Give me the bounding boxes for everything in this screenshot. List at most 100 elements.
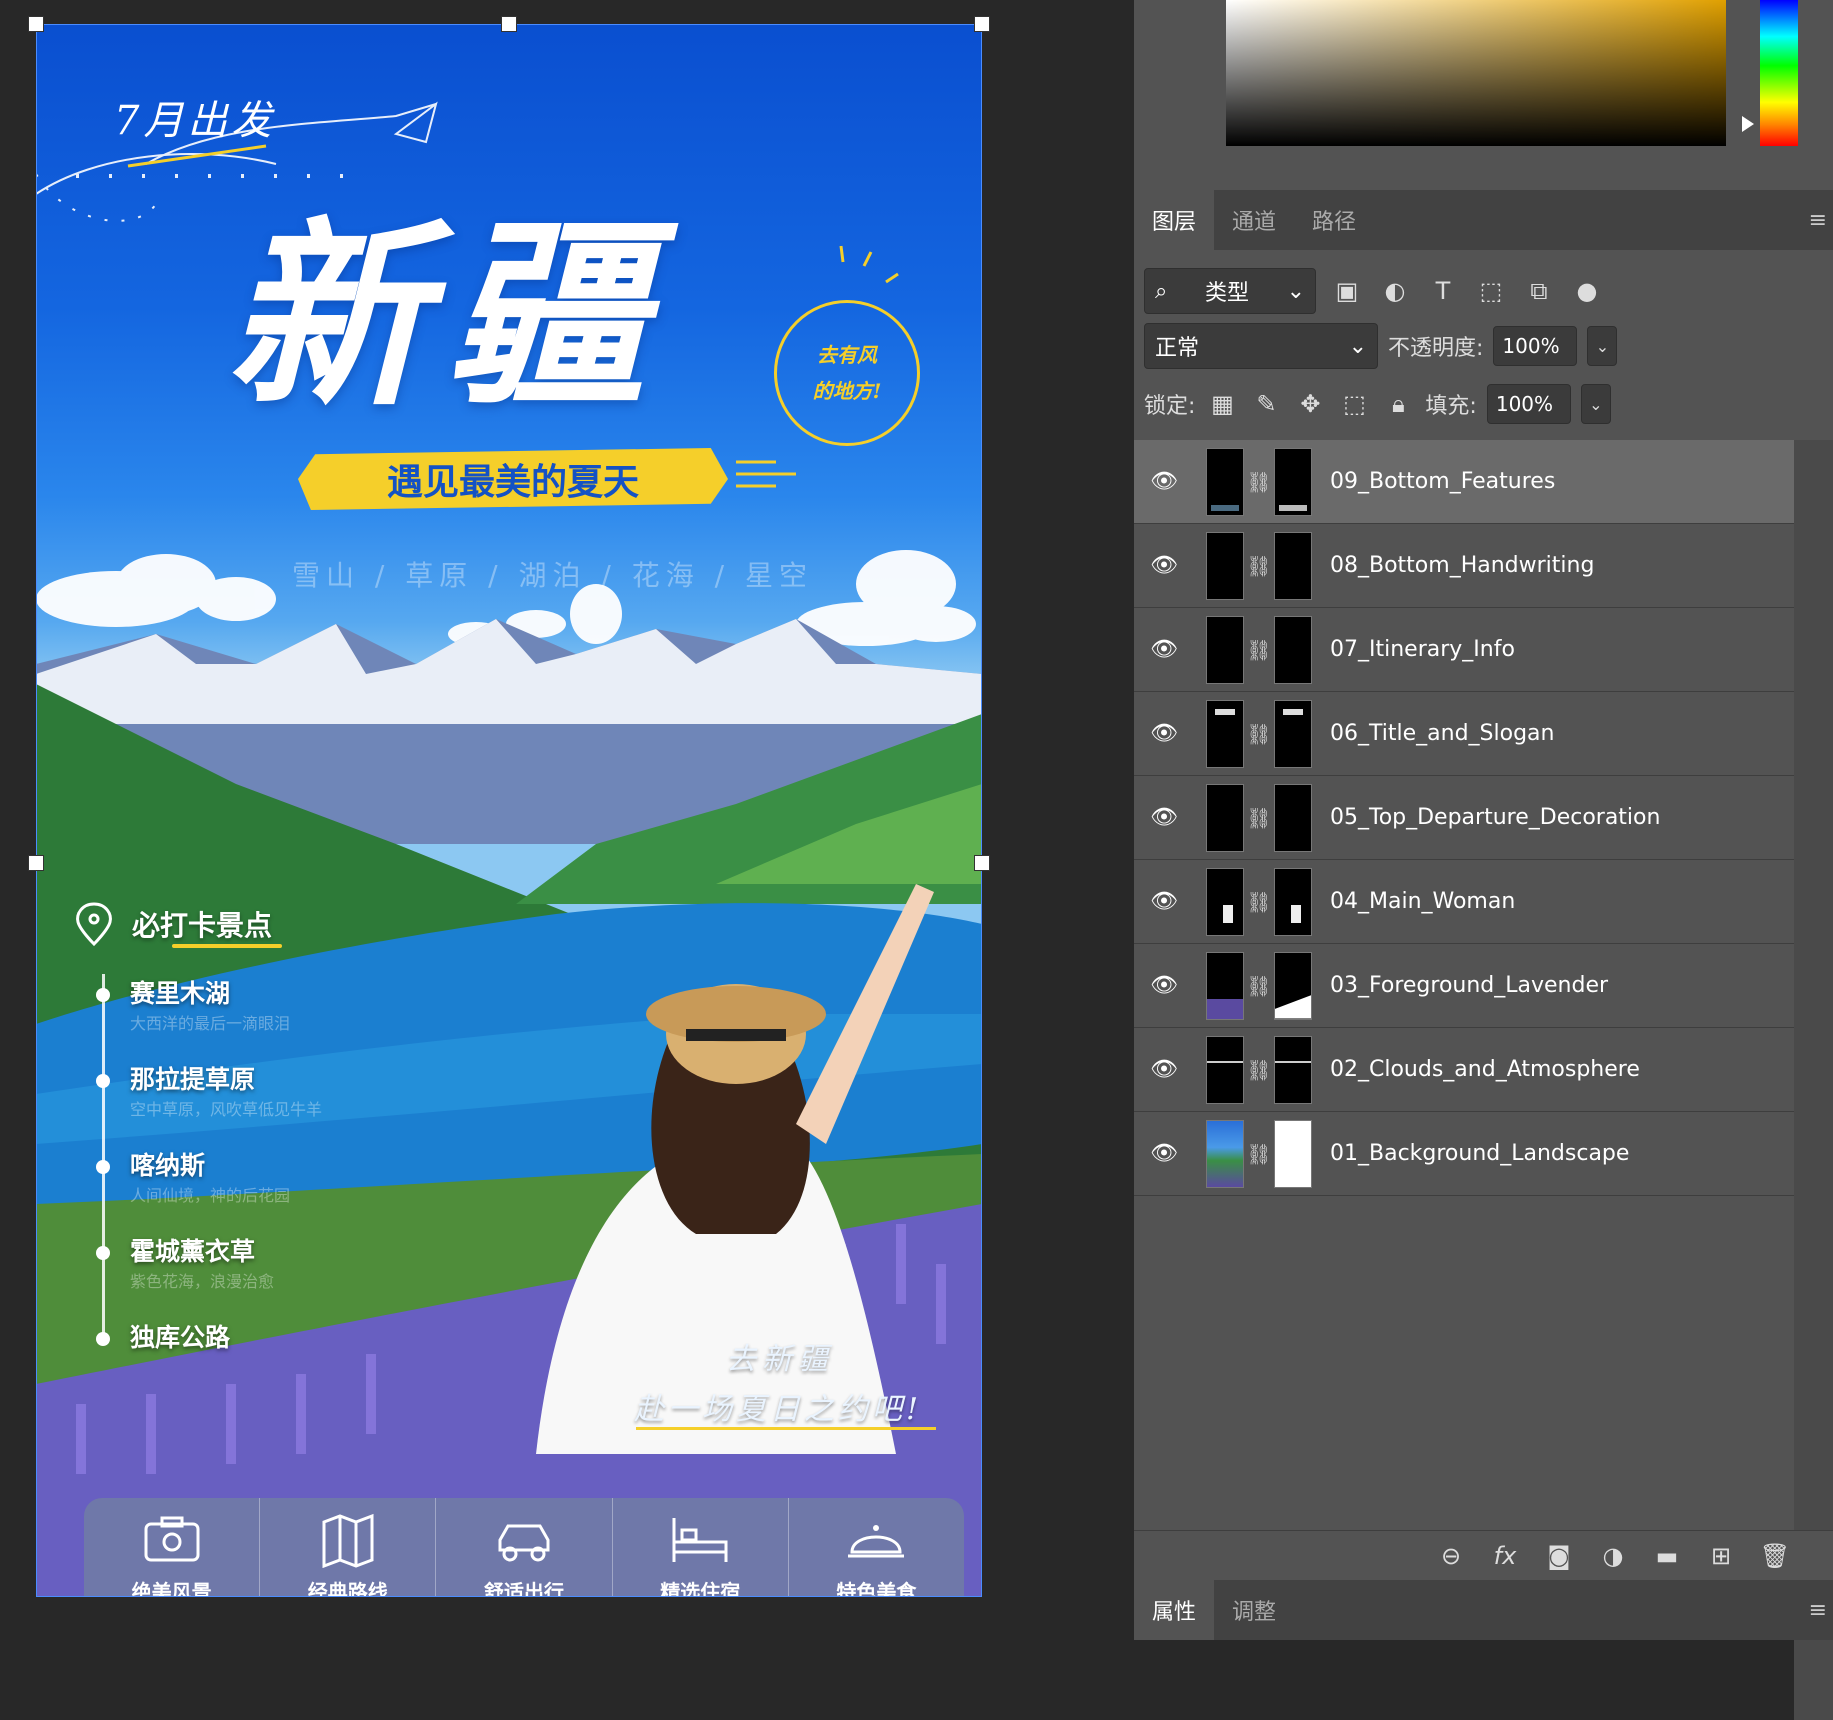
delete-layer-icon[interactable]: 🗑︎ [1757, 1542, 1793, 1570]
layer-row[interactable]: 👁︎ ⛓︎ 01_Background_Landscape [1134, 1112, 1794, 1196]
layer-name[interactable]: 08_Bottom_Handwriting [1330, 553, 1594, 578]
transform-handle[interactable] [974, 855, 990, 871]
image-filter-icon[interactable]: ▣ [1330, 277, 1364, 305]
layer-name[interactable]: 07_Itinerary_Info [1330, 637, 1515, 662]
transform-handle[interactable] [974, 16, 990, 32]
visibility-eye-icon[interactable]: 👁︎ [1134, 721, 1194, 746]
visibility-eye-icon[interactable]: 👁︎ [1134, 469, 1194, 494]
slogan-badge: 去有风 的地方! [774, 300, 920, 446]
visibility-eye-icon[interactable]: 👁︎ [1134, 973, 1194, 998]
layer-row[interactable]: 👁︎ ⛓︎ 02_Clouds_and_Atmosphere [1134, 1028, 1794, 1112]
layer-thumbnail[interactable] [1206, 1035, 1244, 1104]
adjustment-filter-icon[interactable]: ◐ [1378, 277, 1412, 305]
layer-mask-thumbnail[interactable] [1274, 615, 1312, 684]
layer-thumbnail[interactable] [1206, 783, 1244, 852]
layer-row[interactable]: 👁︎ ⛓︎ 03_Foreground_Lavender [1134, 944, 1794, 1028]
smart-object-filter-icon[interactable]: ⧉ [1522, 277, 1556, 305]
shape-filter-icon[interactable]: ⬚ [1474, 277, 1508, 305]
transform-handle[interactable] [28, 16, 44, 32]
visibility-eye-icon[interactable]: 👁︎ [1134, 1141, 1194, 1166]
layer-name[interactable]: 01_Background_Landscape [1330, 1141, 1629, 1166]
transform-handle[interactable] [28, 855, 44, 871]
layers-scrollbar[interactable] [1794, 440, 1833, 1720]
layer-name[interactable]: 05_Top_Departure_Decoration [1330, 805, 1660, 830]
layer-thumbnail[interactable] [1206, 615, 1244, 684]
visibility-eye-icon[interactable]: 👁︎ [1134, 637, 1194, 662]
hue-slider-arrow[interactable] [1742, 116, 1754, 132]
lock-position-icon[interactable]: ✥ [1293, 390, 1327, 418]
feature-item: 经典路线 [260, 1498, 437, 1597]
layer-mask-thumbnail[interactable] [1274, 951, 1312, 1020]
panel-menu-icon[interactable]: ≡ [1809, 208, 1827, 233]
link-chain-icon[interactable]: ⛓︎ [1244, 974, 1274, 998]
link-chain-icon[interactable]: ⛓︎ [1244, 554, 1274, 578]
visibility-eye-icon[interactable]: 👁︎ [1134, 553, 1194, 578]
layer-filter-select[interactable]: ⌕ 类型 ⌄ [1144, 268, 1316, 314]
layer-thumbnail[interactable] [1206, 1119, 1244, 1188]
layer-name[interactable]: 09_Bottom_Features [1330, 469, 1555, 494]
layer-mask-thumbnail[interactable] [1274, 1119, 1312, 1188]
layer-row[interactable]: 👁︎ ⛓︎ 07_Itinerary_Info [1134, 608, 1794, 692]
layer-row[interactable]: 👁︎ ⛓︎ 08_Bottom_Handwriting [1134, 524, 1794, 608]
opacity-input[interactable]: 100% [1493, 326, 1578, 366]
link-chain-icon[interactable]: ⛓︎ [1244, 722, 1274, 746]
document-canvas[interactable]: 7月出发 新疆 去有风 的地方! 遇见最美的夏天 雪山 / 草原 / 湖泊 / … [0, 0, 1134, 1597]
link-chain-icon[interactable]: ⛓︎ [1244, 806, 1274, 830]
adjustment-layer-icon[interactable]: ◑ [1595, 1542, 1631, 1570]
visibility-eye-icon[interactable]: 👁︎ [1134, 805, 1194, 830]
link-chain-icon[interactable]: ⛓︎ [1244, 470, 1274, 494]
tab-paths[interactable]: 路径 [1294, 190, 1374, 250]
layer-mask-thumbnail[interactable] [1274, 783, 1312, 852]
visibility-eye-icon[interactable]: 👁︎ [1134, 1057, 1194, 1082]
layer-thumbnail[interactable] [1206, 447, 1244, 516]
panel-menu-icon[interactable]: ≡ [1809, 1598, 1827, 1623]
layer-mask-thumbnail[interactable] [1274, 531, 1312, 600]
filter-toggle-icon[interactable]: ● [1570, 277, 1604, 305]
link-chain-icon[interactable]: ⛓︎ [1244, 1058, 1274, 1082]
layer-thumbnail[interactable] [1206, 867, 1244, 936]
spot-desc: 紫色花海，浪漫治愈 [130, 1272, 275, 1291]
tab-adjustments[interactable]: 调整 [1214, 1580, 1294, 1640]
layer-row[interactable]: 👁︎ ⛓︎ 05_Top_Departure_Decoration [1134, 776, 1794, 860]
layer-mask-thumbnail[interactable] [1274, 1035, 1312, 1104]
fx-icon[interactable]: fx [1487, 1542, 1523, 1570]
layer-mask-thumbnail[interactable] [1274, 699, 1312, 768]
tab-layers[interactable]: 图层 [1134, 190, 1214, 250]
lock-transparent-icon[interactable]: ▦ [1205, 390, 1239, 418]
tab-properties[interactable]: 属性 [1134, 1580, 1214, 1640]
new-group-icon[interactable]: ▬ [1649, 1542, 1685, 1570]
add-mask-icon[interactable]: ◙ [1541, 1542, 1577, 1570]
layer-thumbnail[interactable] [1206, 531, 1244, 600]
lock-image-icon[interactable]: ✎ [1249, 390, 1283, 418]
layer-mask-thumbnail[interactable] [1274, 447, 1312, 516]
link-chain-icon[interactable]: ⛓︎ [1244, 638, 1274, 662]
link-chain-icon[interactable]: ⛓︎ [1244, 890, 1274, 914]
subtitle-text: 雪山 / 草原 / 湖泊 / 花海 / 星空 [292, 559, 813, 592]
hue-slider[interactable] [1760, 0, 1798, 146]
lock-artboard-icon[interactable]: ⬚ [1337, 390, 1371, 418]
opacity-dropdown[interactable]: ⌄ [1587, 326, 1618, 366]
layer-name[interactable]: 04_Main_Woman [1330, 889, 1515, 914]
visibility-eye-icon[interactable]: 👁︎ [1134, 889, 1194, 914]
color-field[interactable] [1226, 0, 1726, 146]
fill-input[interactable]: 100% [1486, 384, 1571, 424]
tab-channels[interactable]: 通道 [1214, 190, 1294, 250]
layer-thumbnail[interactable] [1206, 699, 1244, 768]
transform-handle[interactable] [501, 16, 517, 32]
link-layers-icon[interactable]: ⊖ [1433, 1542, 1469, 1570]
layer-row[interactable]: 👁︎ ⛓︎ 06_Title_and_Slogan [1134, 692, 1794, 776]
blend-mode-select[interactable]: 正常 ⌄ [1144, 323, 1378, 369]
new-layer-icon[interactable]: ⊞ [1703, 1542, 1739, 1570]
layer-row[interactable]: 👁︎ ⛓︎ 04_Main_Woman [1134, 860, 1794, 944]
layer-thumbnail[interactable] [1206, 951, 1244, 1020]
layer-mask-thumbnail[interactable] [1274, 867, 1312, 936]
layer-row[interactable]: 👁︎ ⛓︎ 09_Bottom_Features [1134, 440, 1794, 524]
type-filter-icon[interactable]: T [1426, 277, 1460, 305]
link-chain-icon[interactable]: ⛓︎ [1244, 1142, 1274, 1166]
layer-name[interactable]: 03_Foreground_Lavender [1330, 973, 1608, 998]
lock-all-icon[interactable]: 🔒︎ [1381, 390, 1415, 418]
layer-name[interactable]: 02_Clouds_and_Atmosphere [1330, 1057, 1640, 1082]
layer-name[interactable]: 06_Title_and_Slogan [1330, 721, 1554, 746]
poster-artboard[interactable]: 7月出发 新疆 去有风 的地方! 遇见最美的夏天 雪山 / 草原 / 湖泊 / … [36, 24, 982, 1597]
fill-dropdown[interactable]: ⌄ [1580, 384, 1611, 424]
